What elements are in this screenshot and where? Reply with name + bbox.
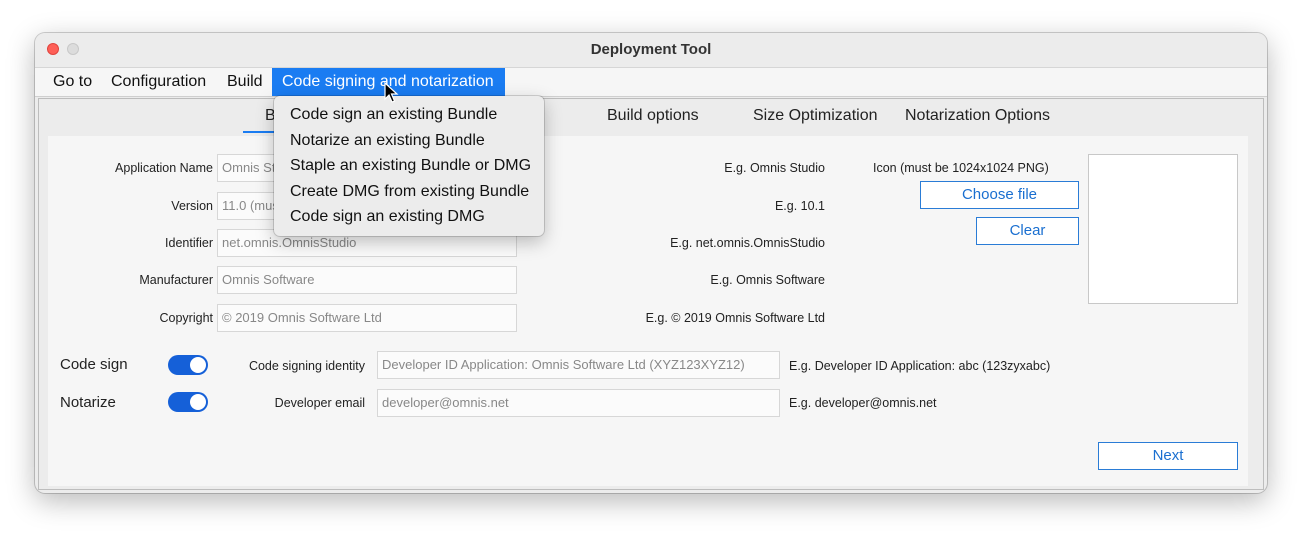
menu-item-staple-bundle-dmg[interactable]: Staple an existing Bundle or DMG <box>274 153 544 179</box>
identifier-hint: E.g. net.omnis.OmnisStudio <box>670 236 825 250</box>
title-bar: Deployment Tool <box>35 33 1267 68</box>
code-signing-identity-hint: E.g. Developer ID Application: abc (123z… <box>789 359 1051 373</box>
menu-item-create-dmg[interactable]: Create DMG from existing Bundle <box>274 179 544 205</box>
developer-email-hint: E.g. developer@omnis.net <box>789 396 937 410</box>
app-name-label: Application Name <box>115 161 213 175</box>
main-content: B Build options Size Optimization Notari… <box>38 98 1264 490</box>
code-sign-label: Code sign <box>60 356 128 373</box>
version-hint: E.g. 10.1 <box>774 199 825 213</box>
identifier-label: Identifier <box>165 236 213 250</box>
tab-build-options[interactable]: Build options <box>607 107 699 125</box>
code-signing-identity-field[interactable]: Developer ID Application: Omnis Software… <box>377 351 780 379</box>
icon-preview <box>1088 154 1238 304</box>
choose-file-button[interactable]: Choose file <box>920 181 1079 209</box>
app-name-hint: E.g. Omnis Studio <box>724 161 825 175</box>
menu-configuration[interactable]: Configuration <box>101 68 216 96</box>
menu-item-code-sign-dmg[interactable]: Code sign an existing DMG <box>274 204 544 230</box>
copyright-hint: E.g. © 2019 Omnis Software Ltd <box>645 311 825 325</box>
menu-build[interactable]: Build <box>217 68 273 96</box>
toggle-knob <box>190 357 206 373</box>
icon-label: Icon (must be 1024x1024 PNG) <box>873 161 1049 175</box>
toggle-knob <box>190 394 206 410</box>
clear-button[interactable]: Clear <box>976 217 1079 245</box>
menu-go-to[interactable]: Go to <box>43 68 102 96</box>
tab-notarization-options[interactable]: Notarization Options <box>905 107 1050 125</box>
developer-email-field[interactable]: developer@omnis.net <box>377 389 780 417</box>
code-signing-dropdown-menu: Code sign an existing Bundle Notarize an… <box>274 96 544 236</box>
code-sign-toggle[interactable] <box>168 355 208 375</box>
manufacturer-field[interactable]: Omnis Software <box>217 266 517 294</box>
tab-size-optimization[interactable]: Size Optimization <box>753 107 878 125</box>
developer-email-label: Developer email <box>274 396 365 410</box>
copyright-field[interactable]: © 2019 Omnis Software Ltd <box>217 304 517 332</box>
copyright-label: Copyright <box>159 311 214 325</box>
next-button[interactable]: Next <box>1098 442 1238 470</box>
menu-item-notarize-bundle[interactable]: Notarize an existing Bundle <box>274 128 544 154</box>
form-panel: Application Name Omnis St E.g. Omnis Stu… <box>48 136 1248 486</box>
deployment-tool-window: Deployment Tool Go to Configuration Buil… <box>35 33 1267 493</box>
manufacturer-label: Manufacturer <box>139 273 213 287</box>
code-signing-identity-label: Code signing identity <box>248 359 365 373</box>
notarize-label: Notarize <box>60 394 116 411</box>
window-title: Deployment Tool <box>590 41 712 58</box>
menu-item-code-sign-bundle[interactable]: Code sign an existing Bundle <box>274 102 544 128</box>
mouse-pointer-icon <box>384 82 399 103</box>
manufacturer-hint: E.g. Omnis Software <box>710 273 825 287</box>
version-label: Version <box>171 199 213 213</box>
menu-bar: Go to Configuration Build Code signing a… <box>35 68 1267 97</box>
notarize-toggle[interactable] <box>168 392 208 412</box>
